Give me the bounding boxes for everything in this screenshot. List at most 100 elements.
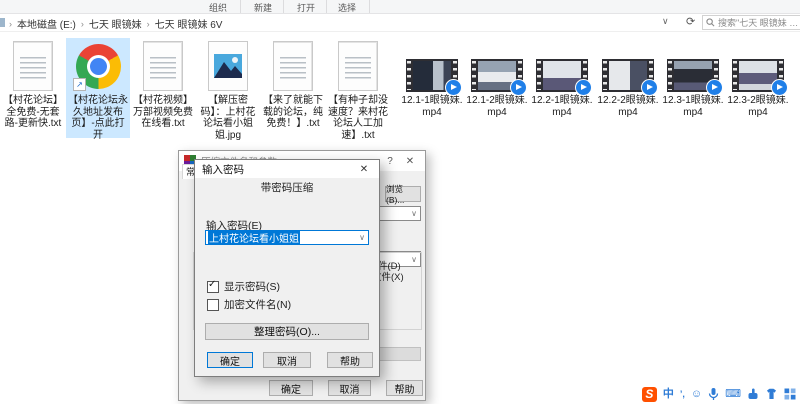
play-badge-icon [641, 79, 658, 96]
handwriting-icon[interactable] [747, 388, 759, 400]
play-badge-icon [771, 79, 788, 96]
punctuation-icon[interactable]: ’, [680, 387, 685, 402]
address-bar: 本地磁盘 (E:) 七天 眼镜妹 七天 眼镜妹 6V 搜索"七天 眼镜妹 … [0, 14, 800, 32]
encrypt-names-label: 加密文件名(N) [224, 297, 291, 312]
play-badge-icon [510, 79, 527, 96]
ribbon-separator [240, 0, 241, 13]
shortcut-arrow-icon [73, 78, 86, 91]
play-badge-icon [706, 79, 723, 96]
video-thumbnail-icon [406, 59, 458, 92]
file-name: 【村花论坛永久地址发布页】-点此打开 [66, 94, 130, 141]
video-thumbnail-icon [536, 59, 588, 92]
video-thumbnail-icon [732, 59, 784, 92]
emoji-icon[interactable]: ☺ [691, 387, 702, 402]
video-thumbnail-icon [602, 59, 654, 92]
text-file-icon [273, 41, 313, 91]
help-icon[interactable] [380, 156, 400, 167]
close-icon[interactable] [356, 164, 372, 175]
file-item-image[interactable]: 【解压密码】：上村花论坛看小姐姐.jpg [196, 38, 260, 138]
ok-button[interactable]: 确定 [207, 352, 253, 368]
file-name: 【来了就能下载的论坛，纯免费！】.txt [261, 94, 325, 130]
chinese-mode-icon[interactable]: 中 [663, 387, 674, 402]
encrypt-names-checkbox[interactable] [207, 299, 219, 311]
password-value-selected: 上村花论坛看小姐姐 [208, 230, 300, 245]
file-item-chrome-shortcut[interactable]: 【村花论坛永久地址发布页】-点此打开 [66, 38, 130, 138]
text-file-icon [338, 41, 378, 91]
refresh-icon[interactable] [686, 15, 695, 28]
voice-icon[interactable] [708, 388, 719, 401]
file-item-txt[interactable]: 【村花视频】万部视频免费在线看.txt [131, 38, 195, 138]
ribbon-separator [326, 0, 327, 13]
help-button[interactable]: 帮助 [386, 380, 423, 396]
password-dialog-title: 输入密码 [202, 162, 356, 177]
ribbon-separator [283, 0, 284, 13]
compress-with-password-header: 带密码压缩 [195, 180, 379, 195]
file-item-txt[interactable]: 【有种子却没速度？来村花论坛人工加速】.txt [326, 38, 390, 138]
address-dropdown-icon[interactable] [662, 16, 669, 27]
file-name: 【解压密码】：上村花论坛看小姐姐.jpg [196, 94, 260, 141]
breadcrumb-folder[interactable]: 七天 眼镜妹 [89, 16, 142, 31]
file-item-video[interactable]: 12.1-2眼镜妹.mp4 [465, 38, 529, 138]
ime-toolbar: S 中 ’, ☺ [642, 386, 796, 402]
chevron-right-icon [147, 19, 150, 29]
chevron-down-icon[interactable] [359, 233, 365, 242]
cancel-button[interactable]: 取消 [328, 380, 371, 396]
file-name: 【村花视频】万部视频免费在线看.txt [131, 94, 195, 130]
sogou-logo-icon[interactable]: S [642, 387, 657, 402]
browse-button[interactable]: 浏览(B)... [385, 186, 421, 202]
file-name: 12.3-2眼镜妹.mp4 [726, 94, 790, 118]
chevron-down-icon [411, 209, 417, 218]
file-item-video[interactable]: 12.1-1眼镜妹.mp4 [400, 38, 464, 138]
file-name: 12.1-1眼镜妹.mp4 [400, 94, 464, 118]
file-item-txt[interactable]: 【村花论坛】全免费-无套路-更新快.txt [1, 38, 65, 138]
search-placeholder-text: 搜索"七天 眼镜妹 … [718, 16, 798, 29]
video-thumbnail-icon [667, 59, 719, 92]
file-name: 【有种子却没速度？来村花论坛人工加速】.txt [326, 94, 390, 141]
file-name: 12.3-1眼镜妹.mp4 [661, 94, 725, 118]
search-icon [706, 18, 715, 27]
file-item-video[interactable]: 12.2-1眼镜妹.mp4 [530, 38, 594, 138]
file-item-video[interactable]: 12.2-2眼镜妹.mp4 [596, 38, 660, 138]
text-file-icon [13, 41, 53, 91]
play-badge-icon [445, 79, 462, 96]
chevron-right-icon [9, 19, 12, 29]
show-password-checkbox[interactable] [207, 281, 219, 293]
search-input[interactable]: 搜索"七天 眼镜妹 … [702, 15, 800, 30]
ribbon-group-open: 打开 [297, 1, 315, 14]
breadcrumb-drive[interactable]: 本地磁盘 (E:) [17, 16, 76, 31]
video-thumbnail-icon [471, 59, 523, 92]
ok-button[interactable]: 确定 [269, 380, 313, 396]
ribbon-strip: 组织 新建 打开 选择 [0, 0, 800, 14]
close-icon[interactable] [400, 156, 420, 167]
file-item-video[interactable]: 12.3-1眼镜妹.mp4 [661, 38, 725, 138]
encrypt-names-row: 加密文件名(N) [207, 297, 291, 312]
file-name: 【村花论坛】全免费-无套路-更新快.txt [1, 94, 65, 130]
password-dialog-titlebar: 输入密码 [195, 160, 379, 178]
show-password-label: 显示密码(S) [224, 279, 280, 294]
breadcrumb: 本地磁盘 (E:) 七天 眼镜妹 七天 眼镜妹 6V [9, 16, 222, 31]
breadcrumb-subfolder[interactable]: 七天 眼镜妹 6V [155, 16, 223, 31]
file-name: 12.2-2眼镜妹.mp4 [596, 94, 660, 118]
image-file-icon [208, 41, 248, 91]
file-name: 12.1-2眼镜妹.mp4 [465, 94, 529, 118]
file-item-txt[interactable]: 【来了就能下载的论坛，纯免费！】.txt [261, 38, 325, 138]
ribbon-group-select: 选择 [338, 1, 356, 14]
explorer-window: 组织 新建 打开 选择 本地磁盘 (E:) 七天 眼镜妹 七天 眼镜妹 6V 搜… [0, 0, 800, 404]
help-button[interactable]: 帮助 [327, 352, 373, 368]
password-input[interactable]: 上村花论坛看小姐姐 [205, 230, 369, 245]
file-name: 12.2-1眼镜妹.mp4 [530, 94, 594, 118]
play-badge-icon [575, 79, 592, 96]
show-password-row: 显示密码(S) [207, 279, 280, 294]
text-file-icon [143, 41, 183, 91]
cancel-button[interactable]: 取消 [263, 352, 311, 368]
ribbon-group-new: 新建 [254, 1, 272, 14]
file-item-video[interactable]: 12.3-2眼镜妹.mp4 [726, 38, 790, 138]
ribbon-group-organize: 组织 [209, 1, 227, 14]
organize-passwords-button[interactable]: 整理密码(O)... [205, 323, 369, 340]
keyboard-icon[interactable] [725, 387, 741, 402]
folder-icon [0, 18, 5, 27]
toolbox-icon[interactable] [784, 388, 796, 400]
ribbon-separator [369, 0, 370, 13]
chevron-right-icon [81, 19, 84, 29]
skin-icon[interactable] [765, 388, 778, 400]
